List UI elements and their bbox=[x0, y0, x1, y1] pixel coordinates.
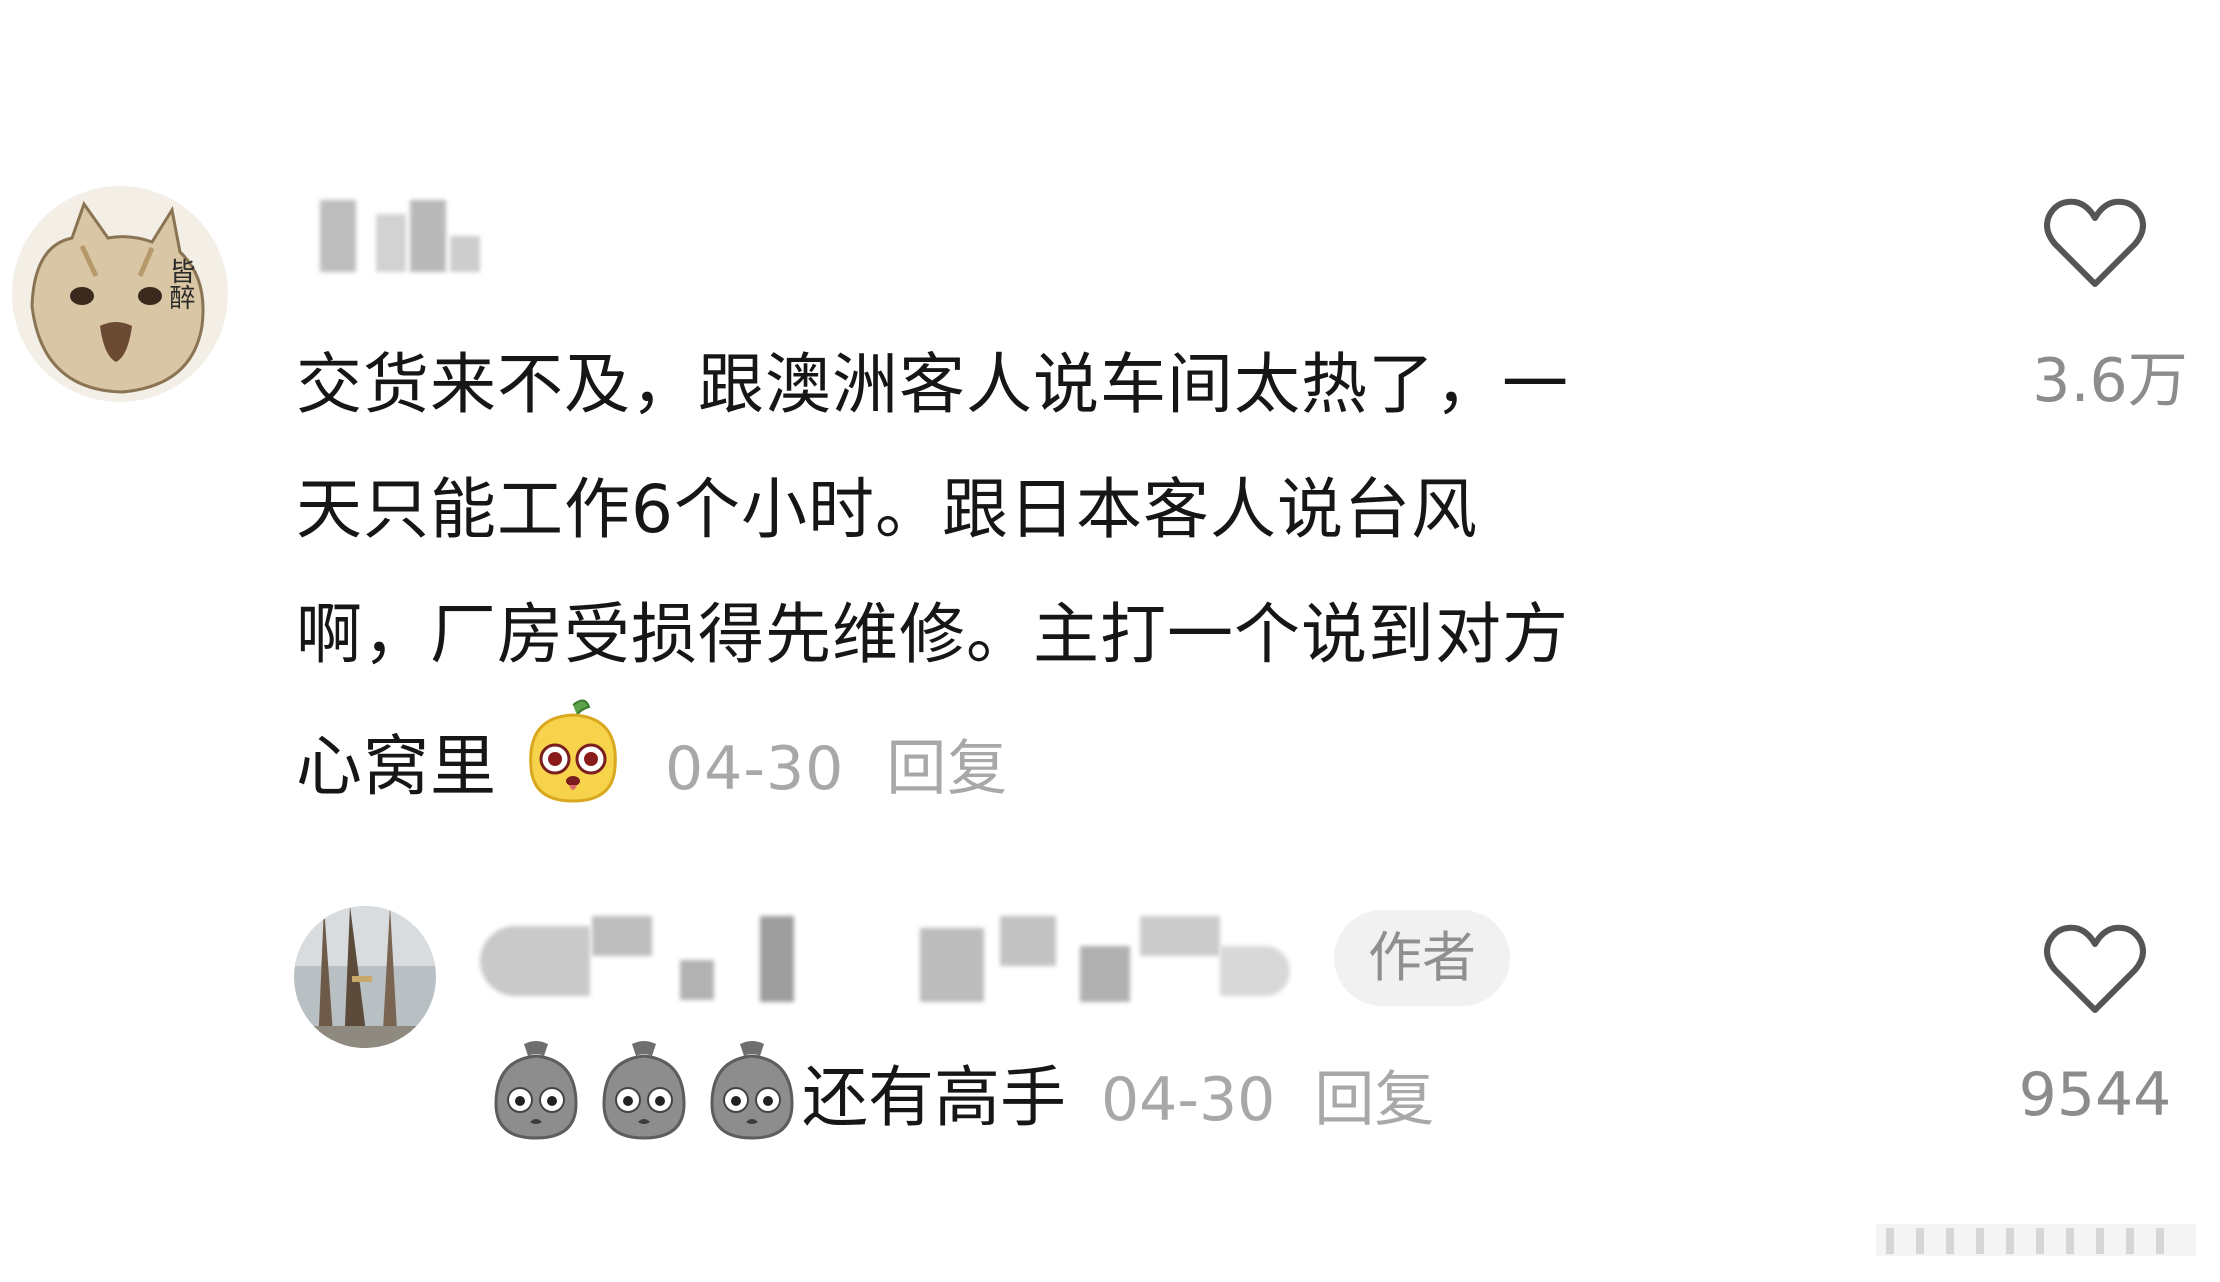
comment-line: 交货来不及，跟澳洲客人说车间太热了，一 bbox=[296, 346, 1569, 423]
heart-outline-icon bbox=[2044, 198, 2146, 287]
cat-avatar-image: 皆醉 bbox=[12, 186, 228, 402]
author-username[interactable] bbox=[480, 916, 1320, 1006]
reply-like-count: 9544 bbox=[2018, 1060, 2172, 1130]
comment-line: 心窝里 bbox=[296, 728, 497, 805]
author-avatar[interactable] bbox=[294, 906, 436, 1048]
author-badge: 作者 bbox=[1334, 910, 1510, 1006]
comment-date: 04-30 bbox=[664, 734, 845, 804]
gray-sack-face-emoji-icon bbox=[594, 1038, 694, 1170]
gray-sack-face-emoji-icon bbox=[702, 1038, 802, 1170]
reply-text: 还有高手 bbox=[802, 1059, 1066, 1136]
avatar-sign-text: 皆醉 bbox=[165, 258, 195, 310]
comment-line: 啊，厂房受损得先维修。主打一个说到对方 bbox=[296, 596, 1569, 673]
comment-line: 天只能工作6个小时。跟日本客人说台风 bbox=[296, 471, 1478, 548]
comment-like-count: 3.6万 bbox=[2032, 346, 2188, 416]
reply-text-line: 还有高手 04-30 回复 bbox=[486, 1038, 1434, 1170]
commenter-username[interactable] bbox=[290, 200, 490, 280]
top-comment: 皆醉 交货来不及，跟澳洲客人说车间太热了，一 天只能工作6个小时。跟日本客人说台… bbox=[0, 0, 2220, 900]
comment-like-button[interactable]: 3.6万 bbox=[1990, 196, 2200, 419]
comment-last-line: 心窝里 04-30 回复 bbox=[296, 697, 1956, 847]
comment-reply-button[interactable]: 回复 bbox=[886, 734, 1008, 804]
commenter-avatar[interactable]: 皆醉 bbox=[12, 186, 228, 402]
reply-like-button[interactable]: 9544 bbox=[1990, 922, 2200, 1130]
tree-avatar-image bbox=[294, 906, 436, 1048]
comment-text: 交货来不及，跟澳洲客人说车间太热了，一 天只能工作6个小时。跟日本客人说台风 啊… bbox=[296, 322, 1956, 847]
watermark bbox=[1876, 1216, 2196, 1264]
heart-outline-icon bbox=[2044, 924, 2146, 1013]
yellow-face-emoji-icon bbox=[519, 697, 627, 847]
reply-reply-button[interactable]: 回复 bbox=[1314, 1065, 1434, 1135]
reply-date: 04-30 bbox=[1100, 1065, 1276, 1135]
author-reply: 作者 还有高手 04-30 回复 9544 bbox=[0, 900, 2220, 1220]
gray-sack-face-emoji-icon bbox=[486, 1038, 586, 1170]
